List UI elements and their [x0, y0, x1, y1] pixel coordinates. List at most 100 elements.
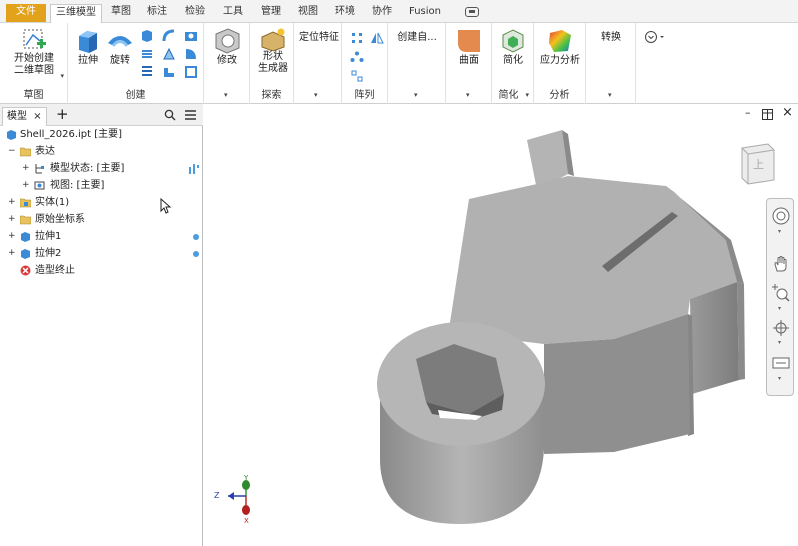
expand-icon[interactable]: +: [8, 194, 16, 211]
tree-item-label: 造型终止: [35, 265, 75, 276]
chevron-down-icon[interactable]: ▾: [466, 91, 470, 99]
tab-collaborate[interactable]: 协作: [367, 4, 397, 22]
explore-panel-label: 探索: [261, 90, 282, 101]
shape-generator-button[interactable]: 形状 生成器: [254, 27, 292, 75]
expand-icon[interactable]: +: [8, 245, 16, 262]
end-of-part-icon: [20, 265, 31, 276]
orbit-icon[interactable]: [772, 319, 790, 337]
ribbon-options-button[interactable]: [642, 30, 668, 47]
menu-icon[interactable]: [184, 109, 197, 121]
ribbon-display-toggle-icon[interactable]: [465, 7, 479, 17]
rib-icon[interactable]: [162, 47, 176, 61]
file-menu-tab[interactable]: 文件: [6, 4, 46, 22]
graphics-viewport[interactable]: – × 上 Y Z X: [204, 104, 798, 546]
tree-item-origin[interactable]: + 原始坐标系: [0, 211, 203, 228]
emboss-icon[interactable]: [140, 65, 154, 79]
sketch-panel-label: 草图: [23, 90, 44, 101]
surface-label: 曲面: [459, 55, 479, 66]
stress-analysis-button[interactable]: 应力分析: [536, 27, 584, 67]
work-features-button[interactable]: 定位特征: [296, 32, 342, 44]
create-panel-label: 创建: [125, 90, 146, 101]
start-sketch-label-1: 开始创建: [14, 53, 54, 64]
chevron-down-icon[interactable]: ▾: [525, 91, 529, 99]
mirror-icon[interactable]: [370, 31, 384, 45]
extrude-icon: [79, 31, 97, 53]
work-features-panel: 定位特征 ▾: [294, 23, 342, 104]
coil-icon[interactable]: [140, 47, 154, 61]
tab-inspect[interactable]: 检验: [180, 4, 210, 22]
analysis-panel-label: 分析: [549, 90, 570, 101]
convert-button[interactable]: 转换: [588, 32, 634, 44]
analysis-panel: 应力分析 分析: [534, 23, 586, 104]
steering-wheel-icon[interactable]: [772, 207, 790, 225]
circular-pattern-icon[interactable]: [350, 51, 364, 65]
chevron-down-icon[interactable]: ▾: [778, 375, 781, 382]
tree-item-model-state[interactable]: + 模型状态: [主要]: [0, 160, 203, 177]
tab-tools[interactable]: 工具: [218, 4, 248, 22]
simplify-button[interactable]: 简化: [496, 27, 530, 67]
sketch-pattern-icon[interactable]: [350, 69, 364, 83]
chevron-down-icon[interactable]: ▾: [608, 91, 612, 99]
add-tab-button[interactable]: +: [56, 105, 69, 123]
ribbon: 开始创建 二维草图 ▾ 草图 拉伸 旋转 创建 修改 ▾ 形状 生成器 探索 定…: [0, 23, 798, 104]
chevron-down-icon[interactable]: ▾: [60, 72, 64, 80]
tree-item-end-of-part[interactable]: 造型终止: [0, 262, 203, 279]
tree-item-part[interactable]: Shell_2026.ipt [主要]: [0, 126, 203, 143]
tree-item-view[interactable]: + 视图: [主要]: [0, 177, 203, 194]
search-icon[interactable]: [164, 109, 176, 121]
sketch-panel: 开始创建 二维草图 ▾ 草图: [0, 23, 68, 104]
ribbon-tab-bar: 文件 三维模型 草图 标注 检验 工具 管理 视图 环境 协作 Fusion: [0, 0, 798, 24]
chevron-down-icon[interactable]: ▾: [778, 228, 781, 235]
expand-icon[interactable]: +: [22, 160, 30, 177]
tab-view[interactable]: 视图: [293, 4, 323, 22]
create-freeform-button[interactable]: 创建自...: [390, 32, 444, 44]
part-icon: [7, 130, 16, 140]
tree-item-extrusion-1[interactable]: + 拉伸1: [0, 228, 203, 245]
hole-icon[interactable]: [184, 29, 198, 43]
pan-hand-icon[interactable]: [772, 255, 790, 273]
tab-fusion[interactable]: Fusion: [405, 4, 445, 22]
convert-panel: 转换 ▾: [586, 23, 636, 104]
look-at-icon[interactable]: [772, 355, 790, 371]
tab-environments[interactable]: 环境: [330, 4, 360, 22]
tab-3d-model[interactable]: 三维模型: [50, 4, 102, 24]
expand-icon[interactable]: +: [8, 228, 16, 245]
tree-item-solid-bodies[interactable]: + 实体(1): [0, 194, 203, 211]
start-2d-sketch-button[interactable]: 开始创建 二维草图: [6, 27, 62, 77]
derive-icon[interactable]: [184, 65, 198, 79]
zoom-icon[interactable]: [772, 283, 790, 303]
sweep-icon[interactable]: [162, 29, 176, 43]
tab-annotate[interactable]: 标注: [142, 4, 172, 22]
loft-icon[interactable]: [140, 29, 154, 43]
simplify-panel: 简化 简化 ▾: [492, 23, 534, 104]
chevron-down-icon[interactable]: ▾: [778, 305, 781, 312]
expand-icon[interactable]: +: [8, 211, 16, 228]
rectangular-pattern-icon[interactable]: [350, 31, 364, 45]
modify-button[interactable]: 修改: [210, 27, 244, 67]
simplify-label: 简化: [503, 55, 523, 66]
tab-manage[interactable]: 管理: [256, 4, 286, 22]
chevron-down-icon[interactable]: ▾: [314, 91, 318, 99]
tree-item-label: 表达: [35, 146, 55, 157]
revolve-button[interactable]: 旋转: [104, 27, 136, 67]
extrude-button[interactable]: 拉伸: [72, 27, 104, 67]
close-icon[interactable]: ×: [33, 111, 41, 122]
model-browser: 模型 × + Shell_2026.ipt [主要] − 表达 + 模型状态: …: [0, 104, 203, 546]
status-dot: [193, 234, 199, 240]
tree-item-label: Shell_2026.ipt [主要]: [20, 129, 123, 140]
expand-icon[interactable]: +: [22, 177, 30, 194]
surface-button[interactable]: 曲面: [452, 27, 486, 67]
part-model[interactable]: [204, 104, 798, 546]
chevron-down-icon[interactable]: ▾: [778, 339, 781, 346]
tree-item-representations[interactable]: − 表达: [0, 143, 203, 160]
collapse-icon[interactable]: −: [8, 143, 16, 160]
revolve-icon: [108, 36, 132, 47]
tab-sketch[interactable]: 草图: [106, 4, 136, 22]
tab-model[interactable]: 模型 ×: [2, 107, 47, 126]
chevron-down-icon[interactable]: ▾: [224, 91, 228, 99]
thicken-icon[interactable]: [162, 65, 176, 79]
fillet-icon[interactable]: [184, 47, 198, 61]
tree-item-extrusion-2[interactable]: + 拉伸2: [0, 245, 203, 262]
chevron-down-icon[interactable]: ▾: [414, 91, 418, 99]
view-cube[interactable]: 上: [740, 142, 776, 186]
